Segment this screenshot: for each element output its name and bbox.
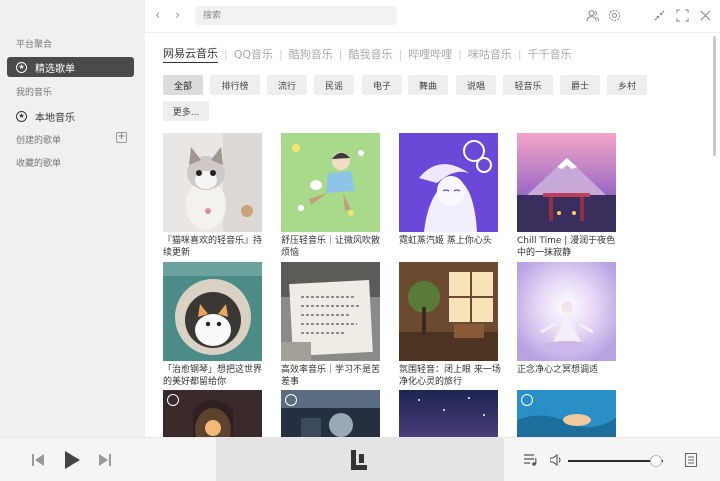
star-icon: ★	[16, 110, 27, 122]
settings-icon[interactable]	[608, 9, 621, 22]
category-charts[interactable]: 排行榜	[210, 75, 260, 95]
play-count-icon	[285, 394, 297, 406]
playlist-card[interactable]	[517, 390, 616, 440]
playlist-cover[interactable]	[399, 262, 498, 361]
playlist-card[interactable]	[399, 390, 498, 440]
back-icon[interactable]: ‹	[155, 8, 160, 23]
sidebar-item-label: 精选歌单	[35, 63, 75, 75]
search-input[interactable]	[195, 6, 397, 25]
playlist-cover[interactable]	[163, 133, 262, 232]
playlist-card[interactable]: 「治愈钢琴」想把这世界的美好都留给你	[163, 262, 262, 388]
tab-separator: |	[338, 47, 343, 61]
tab-separator: |	[517, 47, 522, 61]
sidebar: 平台聚合 ★ 精选歌单 我的音乐 ★ 本地音乐 创建的歌单 + 收藏的歌单	[0, 0, 145, 437]
category-pop[interactable]: 流行	[267, 75, 307, 95]
sidebar-collected-playlists[interactable]: 收藏的歌单	[16, 156, 61, 169]
play-icon[interactable]	[64, 451, 80, 469]
tab-separator: |	[279, 47, 283, 61]
user-icon[interactable]	[586, 9, 599, 22]
playlist-cover[interactable]	[399, 390, 498, 437]
next-icon[interactable]	[98, 454, 111, 466]
tab-qianqian-music[interactable]: 千千音乐	[528, 46, 572, 62]
play-count-icon	[521, 394, 533, 406]
platform-tabs: 网易云音乐 | QQ音乐 | 酷狗音乐 | 酷我音乐 | 哔哩哔哩 | 咪咕音乐…	[163, 45, 572, 63]
top-bar: ‹ ›	[145, 0, 720, 33]
tab-separator: |	[398, 47, 403, 61]
tab-netease-music[interactable]: 网易云音乐	[163, 45, 218, 63]
playlist-title[interactable]: 舒压轻音乐｜让微风吹散烦恼	[281, 235, 385, 259]
playlist-cover[interactable]	[281, 133, 380, 232]
playlist-cover[interactable]	[163, 390, 262, 437]
minimize-icon[interactable]	[653, 9, 666, 22]
category-more[interactable]: 更多...	[163, 101, 209, 121]
tab-separator: |	[224, 47, 228, 61]
playlist-title[interactable]: Chill Time | 漫润于夜色中的一抹寂静	[517, 235, 621, 259]
playlist-title[interactable]: 霓虹蒸汽姬 蒸上你心头	[399, 235, 503, 247]
play-count-icon	[167, 394, 179, 406]
category-all[interactable]: 全部	[163, 75, 203, 95]
playlist-card[interactable]: 『猫咪喜欢的轻音乐』持续更新	[163, 133, 262, 259]
scrollbar[interactable]	[713, 36, 716, 156]
playlist-icon[interactable]	[524, 454, 537, 466]
sidebar-item-local-music[interactable]: ★ 本地音乐	[7, 106, 134, 126]
queue-icon[interactable]	[685, 453, 697, 467]
tab-bilibili[interactable]: 哔哩哔哩	[408, 46, 452, 62]
playlist-card[interactable]: 高效率音乐｜学习不是苦差事	[281, 262, 380, 388]
playlist-card[interactable]	[163, 390, 262, 440]
now-playing-panel[interactable]	[216, 438, 504, 481]
category-dance[interactable]: 舞曲	[408, 75, 448, 95]
category-country[interactable]: 乡村	[607, 75, 647, 95]
tab-separator: |	[458, 47, 462, 61]
playlist-title[interactable]: 高效率音乐｜学习不是苦差事	[281, 364, 385, 388]
tab-qq-music[interactable]: QQ音乐	[234, 46, 273, 62]
playlist-cover[interactable]	[163, 262, 262, 361]
sidebar-item-featured-playlists[interactable]: ★ 精选歌单	[7, 57, 134, 77]
playlist-card[interactable]: 霓虹蒸汽姬 蒸上你心头	[399, 133, 498, 247]
category-folk[interactable]: 民谣	[314, 75, 354, 95]
playlist-title[interactable]: 正念净心之冥想调适	[517, 364, 621, 376]
sidebar-section-my-music: 我的音乐	[16, 88, 53, 98]
playlist-card[interactable]: Chill Time | 漫润于夜色中的一抹寂静	[517, 133, 616, 259]
playlist-cover[interactable]	[517, 390, 616, 437]
category-rap[interactable]: 说唱	[456, 75, 496, 95]
volume-icon[interactable]	[550, 454, 563, 466]
playlist-card[interactable]: 正念净心之冥想调适	[517, 262, 616, 376]
playlist-cover[interactable]	[281, 390, 380, 437]
category-light-music[interactable]: 轻音乐	[503, 75, 553, 95]
sidebar-section-platform: 平台聚合	[16, 40, 53, 50]
tab-kuwo-music[interactable]: 酷我音乐	[348, 46, 392, 62]
playlist-title[interactable]: 『猫咪喜欢的轻音乐』持续更新	[163, 235, 267, 259]
category-electronic[interactable]: 电子	[362, 75, 402, 95]
app-logo-icon	[351, 450, 367, 470]
tab-migu-music[interactable]: 咪咕音乐	[468, 46, 512, 62]
playlist-cover[interactable]	[517, 262, 616, 361]
playlist-card[interactable]: 舒压轻音乐｜让微风吹散烦恼	[281, 133, 380, 259]
playlist-card[interactable]	[281, 390, 380, 440]
playlist-title[interactable]: 氛围轻音：闭上眼 来一场净化心灵的旅行	[399, 364, 503, 388]
previous-icon[interactable]	[32, 454, 45, 466]
close-icon[interactable]	[699, 9, 712, 22]
add-playlist-button[interactable]: +	[116, 132, 127, 143]
playlist-cover[interactable]	[517, 133, 616, 232]
volume-slider[interactable]	[568, 460, 663, 462]
volume-slider-handle[interactable]	[650, 455, 663, 467]
sidebar-created-playlists[interactable]: 创建的歌单	[16, 133, 61, 146]
category-jazz[interactable]: 爵士	[560, 75, 600, 95]
maximize-icon[interactable]	[676, 9, 689, 22]
sidebar-item-label: 本地音乐	[35, 112, 75, 124]
tab-kugou-music[interactable]: 酷狗音乐	[289, 46, 333, 62]
playlist-card[interactable]: 氛围轻音：闭上眼 来一场净化心灵的旅行	[399, 262, 501, 388]
star-icon: ★	[16, 61, 27, 73]
playlist-title[interactable]: 「治愈钢琴」想把这世界的美好都留给你	[163, 364, 267, 388]
playlist-cover[interactable]	[281, 262, 380, 361]
playlist-cover[interactable]	[399, 133, 498, 232]
player-bar	[0, 437, 720, 481]
forward-icon[interactable]: ›	[175, 8, 180, 23]
